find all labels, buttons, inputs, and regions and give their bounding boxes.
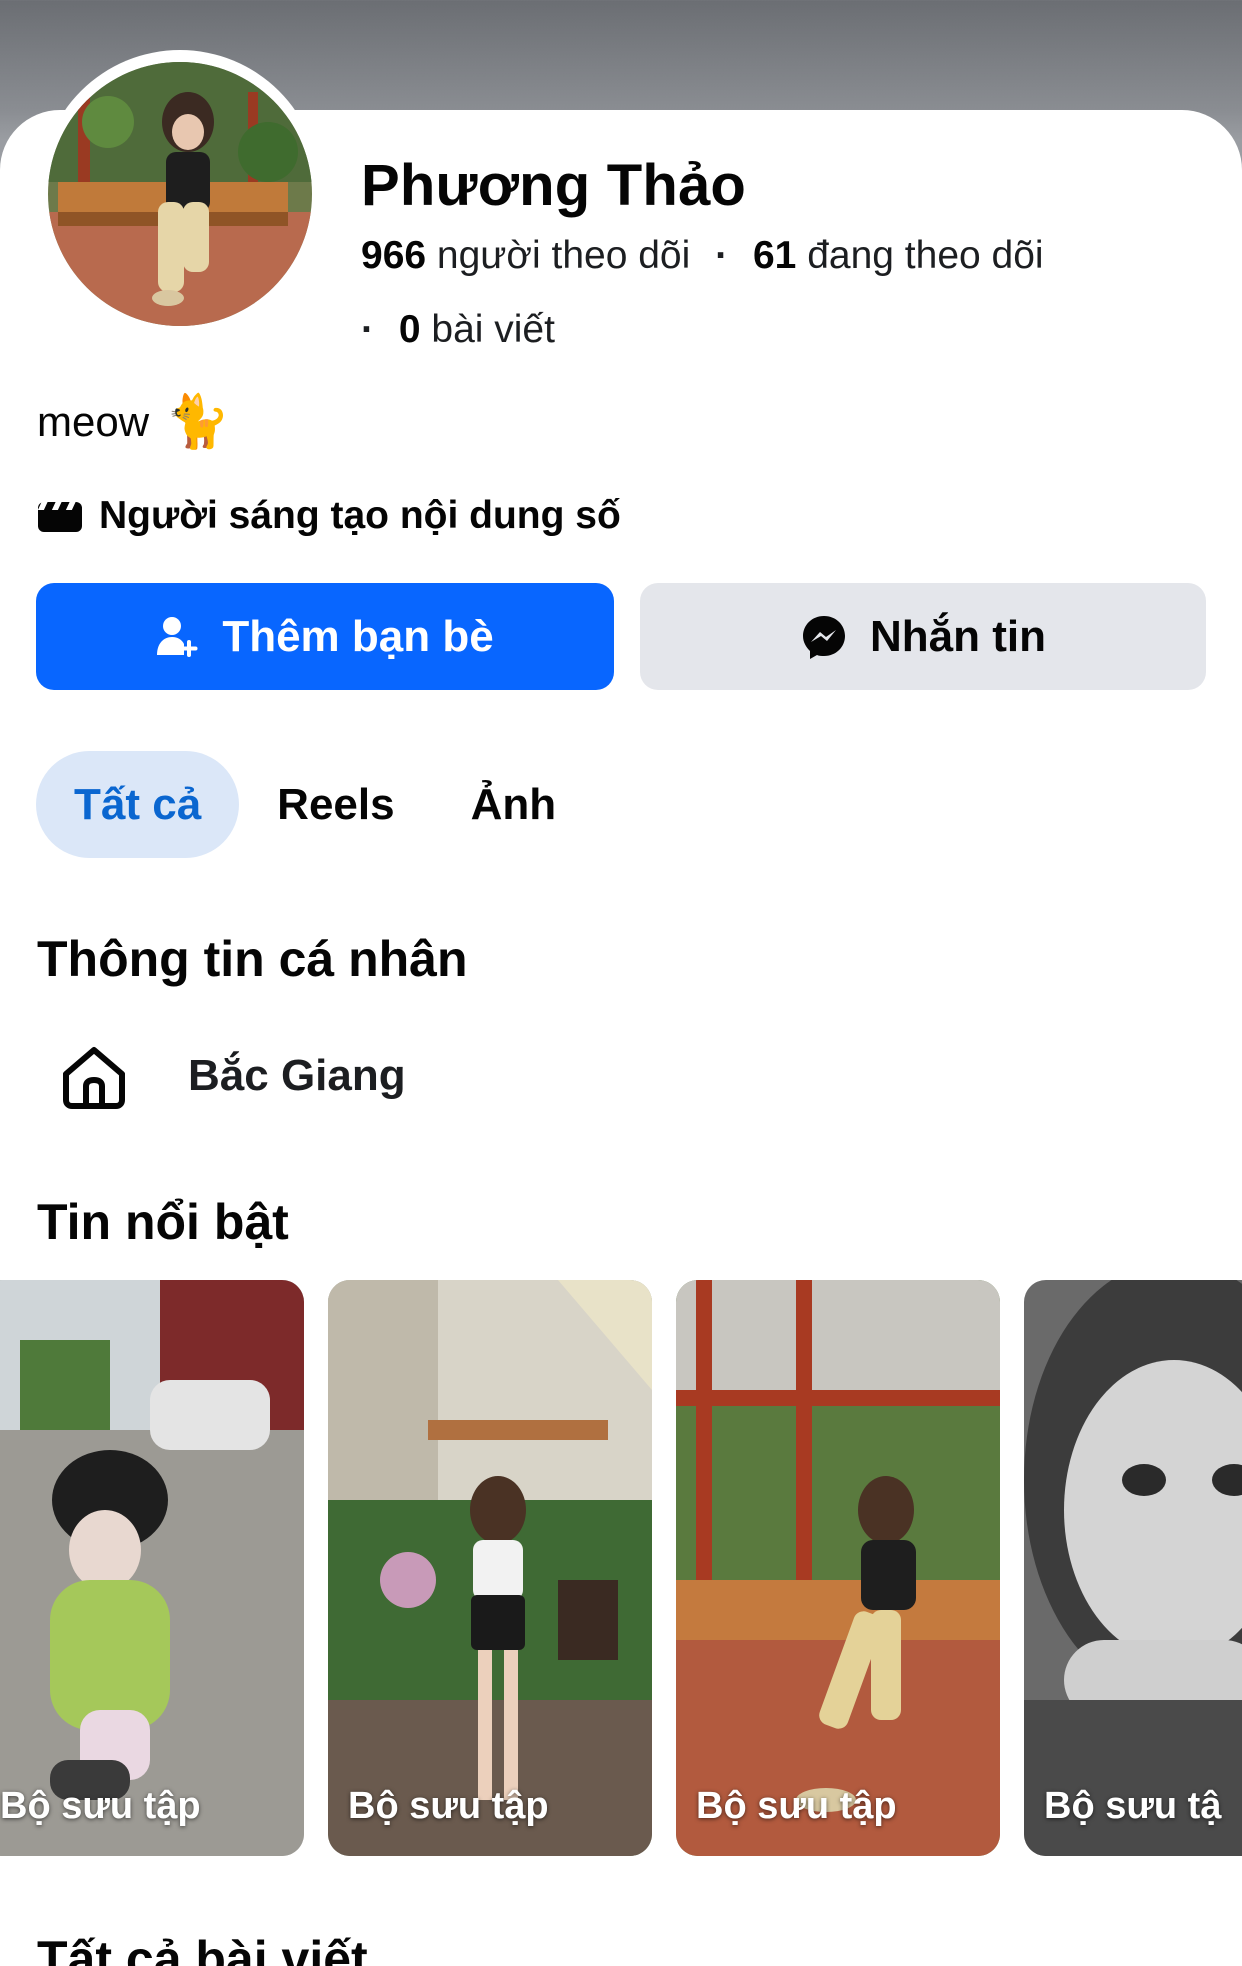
highlight-card[interactable]: Bộ sưu tập [0, 1280, 304, 1856]
messenger-icon [803, 615, 845, 659]
avatar-photo [48, 62, 312, 326]
tab-reels[interactable]: Reels [239, 751, 432, 858]
tab-all[interactable]: Tất cả [36, 751, 240, 858]
profile-posts-stat: · 0 bài viết [361, 308, 555, 352]
posts-label: bài viết [431, 308, 555, 351]
separator-dot: · [361, 308, 374, 351]
cat-emoji: 🐈 [165, 393, 230, 451]
highlight-label: Bộ sưu tập [348, 1785, 549, 1827]
highlight-thumbnail [328, 1280, 652, 1856]
creator-label: Người sáng tạo nội dung số [99, 494, 621, 537]
hometown-row: Bắc Giang [58, 1040, 406, 1112]
separator-dot: · [715, 234, 729, 277]
info-section-title: Thông tin cá nhân [37, 931, 468, 987]
clapperboard-icon [37, 502, 82, 532]
highlight-card[interactable]: Bộ sưu tậ [1024, 1280, 1242, 1856]
highlight-card[interactable]: Bộ sưu tập [676, 1280, 1000, 1856]
profile-tabs: Tất cả Reels Ảnh [36, 751, 594, 858]
creator-category: Người sáng tạo nội dung số [37, 494, 621, 538]
message-label: Nhắn tin [870, 611, 1046, 661]
add-friend-button[interactable]: Thêm bạn bè [36, 583, 614, 690]
highlights-carousel: Bộ sưu tập Bộ sưu tập Bộ sưu tập Bộ sưu … [0, 1280, 1242, 1856]
highlight-label: Bộ sưu tậ [1044, 1785, 1222, 1827]
tab-photos[interactable]: Ảnh [433, 751, 595, 858]
profile-name: Phương Thảo [361, 153, 747, 218]
highlight-card[interactable]: Bộ sưu tập [328, 1280, 652, 1856]
add-friend-label: Thêm bạn bè [222, 611, 494, 661]
add-person-icon [157, 616, 198, 657]
bio-text: meow [37, 398, 150, 445]
followers-count[interactable]: 966 [361, 234, 426, 277]
following-label[interactable]: đang theo dõi [807, 234, 1043, 277]
highlight-thumbnail [1024, 1280, 1242, 1856]
message-button[interactable]: Nhắn tin [640, 583, 1206, 690]
highlight-label: Bộ sưu tập [0, 1785, 201, 1827]
highlight-label: Bộ sưu tập [696, 1785, 897, 1827]
hometown-text: Bắc Giang [188, 1051, 406, 1100]
highlight-thumbnail [676, 1280, 1000, 1856]
followers-label[interactable]: người theo dõi [437, 234, 690, 277]
all-posts-section-title: Tất cả bài viết [37, 1931, 368, 1966]
highlight-thumbnail [0, 1280, 304, 1856]
profile-stats: 966 người theo dõi · 61 đang theo dõi [361, 234, 1044, 278]
profile-avatar[interactable] [48, 62, 312, 326]
highlights-section-title: Tin nổi bật [37, 1194, 289, 1250]
home-icon [63, 1047, 125, 1109]
profile-bio: meow 🐈 [37, 396, 230, 448]
posts-count: 0 [398, 308, 421, 351]
following-count[interactable]: 61 [753, 234, 796, 277]
